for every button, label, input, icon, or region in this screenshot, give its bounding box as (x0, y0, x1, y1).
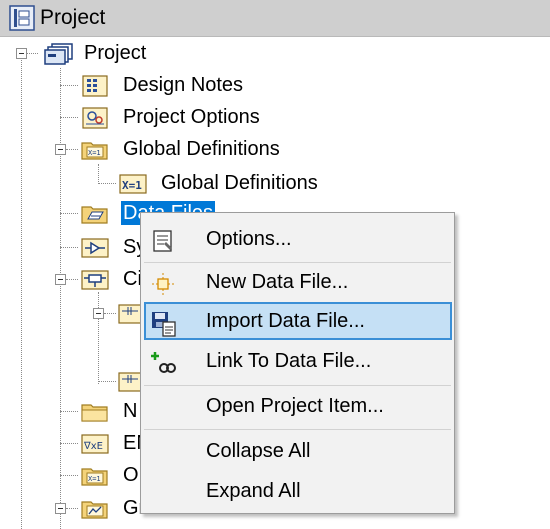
menu-item-collapse-all[interactable]: Collapse All (144, 432, 452, 470)
circuit-folder-icon (80, 268, 110, 297)
tree-connector (21, 60, 22, 529)
context-menu: Options... New Data File... Import Data … (140, 212, 455, 514)
tree-item-label: Global Definitions (123, 138, 280, 160)
output-folder-icon: X=1 (80, 464, 110, 493)
tree-connector (60, 475, 78, 476)
tree-item-global-definitions-folder[interactable]: X=1 Global Definitions (80, 136, 320, 164)
equation-folder-icon: ∇xE (80, 432, 110, 461)
tree-item-label: N (123, 400, 138, 422)
global-defs-folder-icon: X=1 (80, 138, 110, 167)
tree-connector (60, 443, 78, 444)
menu-separator (144, 385, 451, 386)
schematic-icon (118, 370, 142, 399)
menu-item-label: Expand All (206, 480, 301, 502)
options-icon (80, 106, 110, 135)
tree-item-subcircuit-schematic[interactable] (118, 368, 142, 396)
tree-connector (60, 85, 78, 86)
tree-connector (66, 149, 78, 150)
menu-item-label: Collapse All (206, 440, 311, 462)
menu-item-expand-all[interactable]: Expand All (144, 472, 452, 510)
menu-item-options[interactable]: Options... (144, 220, 452, 258)
tree-connector (98, 164, 99, 184)
tree-connector (66, 279, 78, 280)
import-data-file-icon (150, 310, 178, 343)
system-folder-icon (80, 236, 110, 265)
tree-connector (60, 117, 78, 118)
panel-title: Project (40, 6, 106, 29)
collapse-circuits-toggle[interactable] (55, 274, 66, 285)
panel-titlebar: Project (0, 0, 550, 37)
menu-item-open-project-item[interactable]: Open Project Item... (144, 387, 452, 425)
menu-item-link-to-data-file[interactable]: Link To Data File... (144, 342, 452, 380)
menu-item-label: Link To Data File... (206, 350, 372, 372)
tree-item-output-equations[interactable]: X=1 O (80, 462, 140, 490)
new-data-file-icon (150, 271, 176, 302)
menu-item-label: Open Project Item... (206, 395, 384, 417)
data-files-folder-icon (80, 202, 110, 231)
tree-connector (60, 411, 78, 412)
tree-item-subcircuit[interactable] (118, 300, 142, 328)
link-data-file-icon (150, 350, 178, 381)
menu-item-import-data-file[interactable]: Import Data File... (144, 302, 452, 340)
properties-icon (150, 228, 176, 259)
tree-item-project-options[interactable]: Project Options (80, 104, 300, 132)
tree-item-project[interactable]: Project (44, 40, 204, 68)
tree-item-label: Project Options (123, 106, 260, 128)
project-icon (44, 42, 74, 71)
tree-item-label: Design Notes (123, 74, 244, 96)
graphs-folder-icon (80, 497, 110, 526)
tree-item-global-definitions[interactable]: X=1 Global Definitions (118, 170, 358, 198)
collapse-global-definitions-toggle[interactable] (55, 144, 66, 155)
notes-icon (80, 74, 110, 103)
tree-item-graphs[interactable]: Gr (80, 495, 145, 526)
svg-text:X=1: X=1 (88, 475, 101, 483)
tree-connector (98, 381, 116, 382)
collapse-project-toggle[interactable] (16, 48, 27, 59)
tree-item-system[interactable]: Sy (80, 234, 146, 265)
svg-text:X=1: X=1 (88, 149, 101, 157)
collapse-graphs-toggle[interactable] (55, 503, 66, 514)
folder-icon (80, 400, 110, 429)
tree-connector (98, 183, 116, 184)
menu-separator (144, 429, 451, 430)
svg-text:X=1: X=1 (122, 179, 142, 192)
tree-connector (26, 53, 38, 54)
x-equals-one-icon: X=1 (118, 172, 148, 201)
tree-item-design-notes[interactable]: Design Notes (80, 72, 280, 100)
tree-item-label: O (123, 464, 139, 486)
tree-connector (60, 213, 78, 214)
tree-item-equations[interactable]: ∇xE EN (80, 430, 151, 461)
menu-item-label: New Data File... (206, 271, 349, 293)
collapse-subcircuit-toggle[interactable] (93, 308, 104, 319)
schematic-icon (118, 302, 142, 331)
tree-connector (60, 68, 61, 529)
project-panel-icon (9, 5, 35, 36)
menu-item-new-data-file[interactable]: New Data File... (144, 263, 452, 301)
tree-connector (98, 292, 99, 384)
tree-connector (60, 247, 78, 248)
svg-text:∇xE: ∇xE (83, 441, 103, 452)
tree-connector (66, 508, 78, 509)
menu-item-label: Options... (206, 228, 292, 250)
menu-item-label: Import Data File... (206, 310, 365, 332)
tree-connector (104, 313, 116, 314)
tree-item-notes-folder[interactable]: N (80, 398, 140, 426)
tree-item-label: Global Definitions (161, 172, 318, 194)
tree-item-label: Project (84, 42, 147, 64)
tree-item-circuits[interactable]: Ci (80, 266, 142, 297)
